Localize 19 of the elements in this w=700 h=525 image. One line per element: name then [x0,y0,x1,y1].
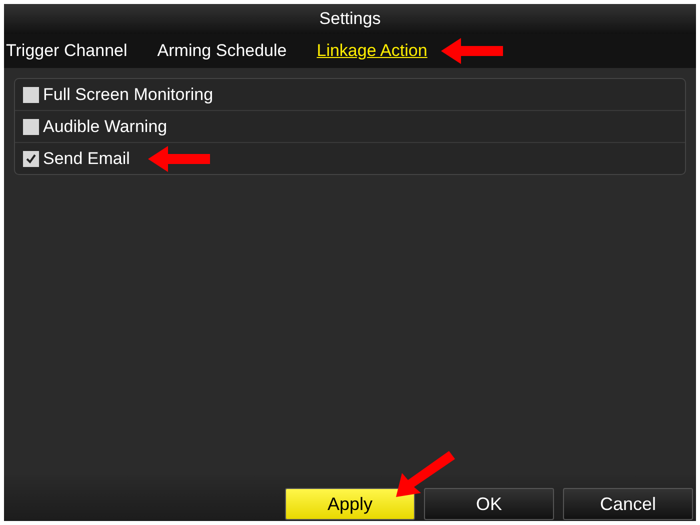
action-label: Audible Warning [43,116,168,136]
action-label: Full Screen Monitoring [43,84,214,104]
tab[interactable]: Linkage Action [316,41,428,61]
window-title: Settings [4,4,696,34]
checkbox[interactable] [23,86,39,102]
dialog-button[interactable]: OK [424,488,554,520]
dialog-button[interactable]: Cancel [563,488,693,520]
tab[interactable]: Arming Schedule [157,41,287,61]
action-label: Send Email [43,148,130,168]
checkbox[interactable] [23,150,39,166]
dialog-button[interactable]: Apply [285,488,415,520]
arrow-icon [394,449,458,499]
checkbox[interactable] [23,118,39,134]
list-row[interactable]: Send Email [15,143,685,174]
list-row[interactable]: Full Screen Monitoring [15,79,685,111]
tab[interactable]: Trigger Channel [6,41,128,61]
arrow-icon [148,144,212,172]
list-row[interactable]: Audible Warning [15,111,685,143]
arrow-icon [441,37,506,65]
